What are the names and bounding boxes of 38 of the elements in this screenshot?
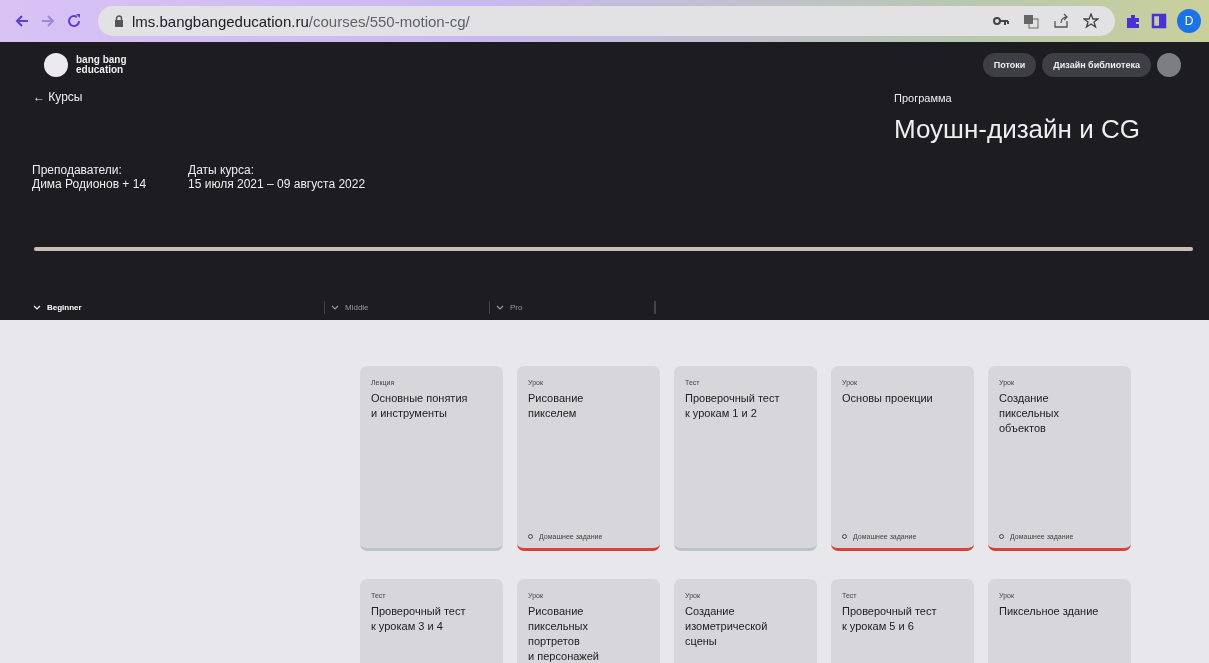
info-label: Преподаватели: <box>32 163 123 177</box>
info-value: 15 июля 2021 – 09 августа 2022 <box>188 177 366 191</box>
lesson-title: Пиксельное здание <box>999 604 1100 619</box>
back-arrow-icon[interactable] <box>14 13 30 29</box>
nav-button[interactable]: Дизайн библиотека <box>1042 53 1151 77</box>
lesson-title: Проверочный тест к урокам 1 и 2 <box>685 391 781 421</box>
lesson-title: Создание пиксельных объектов <box>999 391 1060 436</box>
lesson-title: Рисование пикселем <box>528 391 585 421</box>
lesson-title: Проверочный тест к урокам 3 и 4 <box>371 604 467 634</box>
reload-icon[interactable] <box>66 13 82 29</box>
back-link[interactable]: ← Курсы <box>33 90 83 104</box>
logo-circle-icon <box>44 53 68 77</box>
program-label: Программа <box>894 92 953 104</box>
lesson-title: Рисование пиксельных портретов и персонажей <box>528 604 600 663</box>
level-tab[interactable]: Pro <box>490 301 655 314</box>
sidebar-icon[interactable] <box>1151 13 1167 29</box>
chevron-down-icon <box>331 305 339 310</box>
puzzle-icon[interactable] <box>1125 13 1141 29</box>
logo-text: bang bang education <box>76 55 127 75</box>
star-icon[interactable] <box>1083 13 1099 29</box>
lesson-title: Основные понятия и инструменты <box>371 391 469 421</box>
lesson-title: Проверочный тест к урокам 5 и 6 <box>842 604 938 634</box>
lock-icon <box>114 15 124 27</box>
course-title: Моушн-дизайн и CG <box>894 114 1141 145</box>
info-value: Дима Родионов + 14 <box>32 177 147 191</box>
lesson-title: Создание изометрической сцены <box>685 604 769 649</box>
info-label: Даты курса: <box>188 163 255 177</box>
user-avatar[interactable] <box>1157 53 1181 77</box>
chevron-down-icon <box>33 305 41 310</box>
key-icon[interactable] <box>993 16 1009 26</box>
address-bar[interactable]: lms.bangbangeducation.ru/courses/550-motion-cg/ <box>98 6 1115 36</box>
level-tab[interactable]: Beginner <box>33 301 325 314</box>
nav-button[interactable]: Потоки <box>982 53 1037 77</box>
lesson-title: Основы проекции <box>842 391 934 406</box>
share-icon[interactable] <box>1053 13 1069 29</box>
chevron-down-icon <box>496 305 504 310</box>
level-tab[interactable]: Middle <box>325 301 490 314</box>
profile-avatar[interactable]: D <box>1177 9 1201 33</box>
